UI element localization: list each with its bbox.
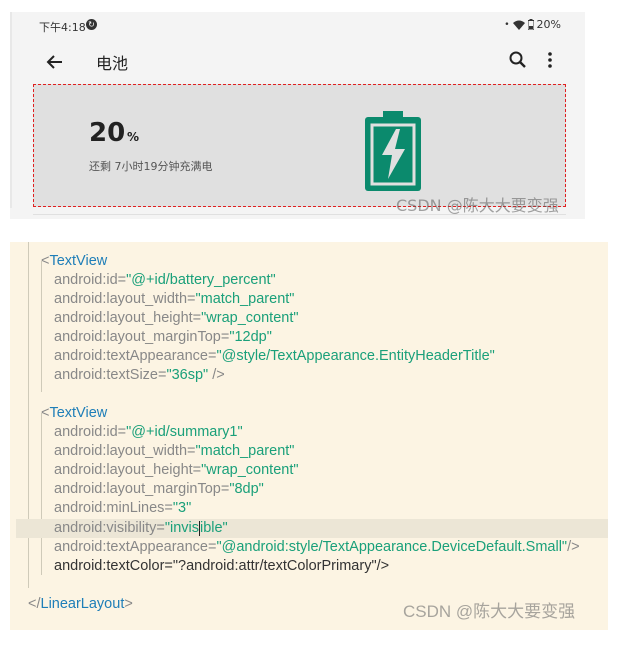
code-line: android:layout_width="match_parent" <box>54 291 295 307</box>
status-bar: 下午4:18 ↻ • 20% <box>10 12 585 38</box>
code-line: android:textSize="36sp" /> <box>54 367 225 383</box>
status-battery-text: 20% <box>536 18 561 31</box>
code-line: android:textColor="?android:attr/textCol… <box>54 558 390 574</box>
battery-percent: 20 <box>89 118 126 148</box>
status-indicators: • 20% <box>504 18 561 31</box>
battery-summary: 还剩 7小时19分钟充满电 <box>89 160 213 173</box>
code-line: android:layout_height="wrap_content" <box>54 310 299 326</box>
code-line: android:layout_width="match_parent" <box>54 443 295 459</box>
code-line: android:textAppearance="@android:style/T… <box>54 539 580 555</box>
code-editor: <TextView android:id="@+id/battery_perce… <box>10 242 608 630</box>
code-line: <TextView <box>41 405 108 421</box>
watermark: CSDN @陈大大要变强 <box>396 196 559 215</box>
code-line: android:layout_marginTop="8dp" <box>54 481 264 497</box>
page-title: 电池 <box>96 54 129 73</box>
status-time: 下午4:18 <box>39 21 86 34</box>
battery-charging-icon <box>365 111 421 191</box>
phone-screenshot: 下午4:18 ↻ • 20% 电池 20 % 还剩 7小时19分钟充满电 CSD… <box>10 12 585 219</box>
battery-small-icon <box>527 19 534 30</box>
indent-guide <box>41 413 42 575</box>
search-icon[interactable] <box>508 50 528 70</box>
code-line: android:minLines="3" <box>54 500 192 516</box>
code-line: android:id="@+id/summary1" <box>54 424 243 440</box>
percent-sign: % <box>127 130 140 144</box>
app-bar: 电池 <box>10 38 585 83</box>
wifi-icon <box>512 20 525 30</box>
code-line: <TextView <box>41 253 108 269</box>
sync-icon: ↻ <box>86 19 97 30</box>
code-line: android:layout_height="wrap_content" <box>54 462 299 478</box>
back-arrow-icon[interactable] <box>45 52 65 72</box>
code-line: </LinearLayout> <box>28 596 133 612</box>
code-line[interactable]: android:visibility="invisible" <box>54 519 228 538</box>
code-line: android:textAppearance="@style/TextAppea… <box>54 348 495 364</box>
code-line: android:id="@+id/battery_percent" <box>54 272 276 288</box>
indent-guide <box>41 261 42 392</box>
more-vert-icon[interactable] <box>543 50 557 70</box>
signal-dots-icon: • <box>504 19 510 30</box>
watermark: CSDN @陈大大要变强 <box>403 602 576 621</box>
battery-header: 20 % 还剩 7小时19分钟充满电 <box>33 84 566 207</box>
code-line: android:layout_marginTop="12dp" <box>54 329 272 345</box>
